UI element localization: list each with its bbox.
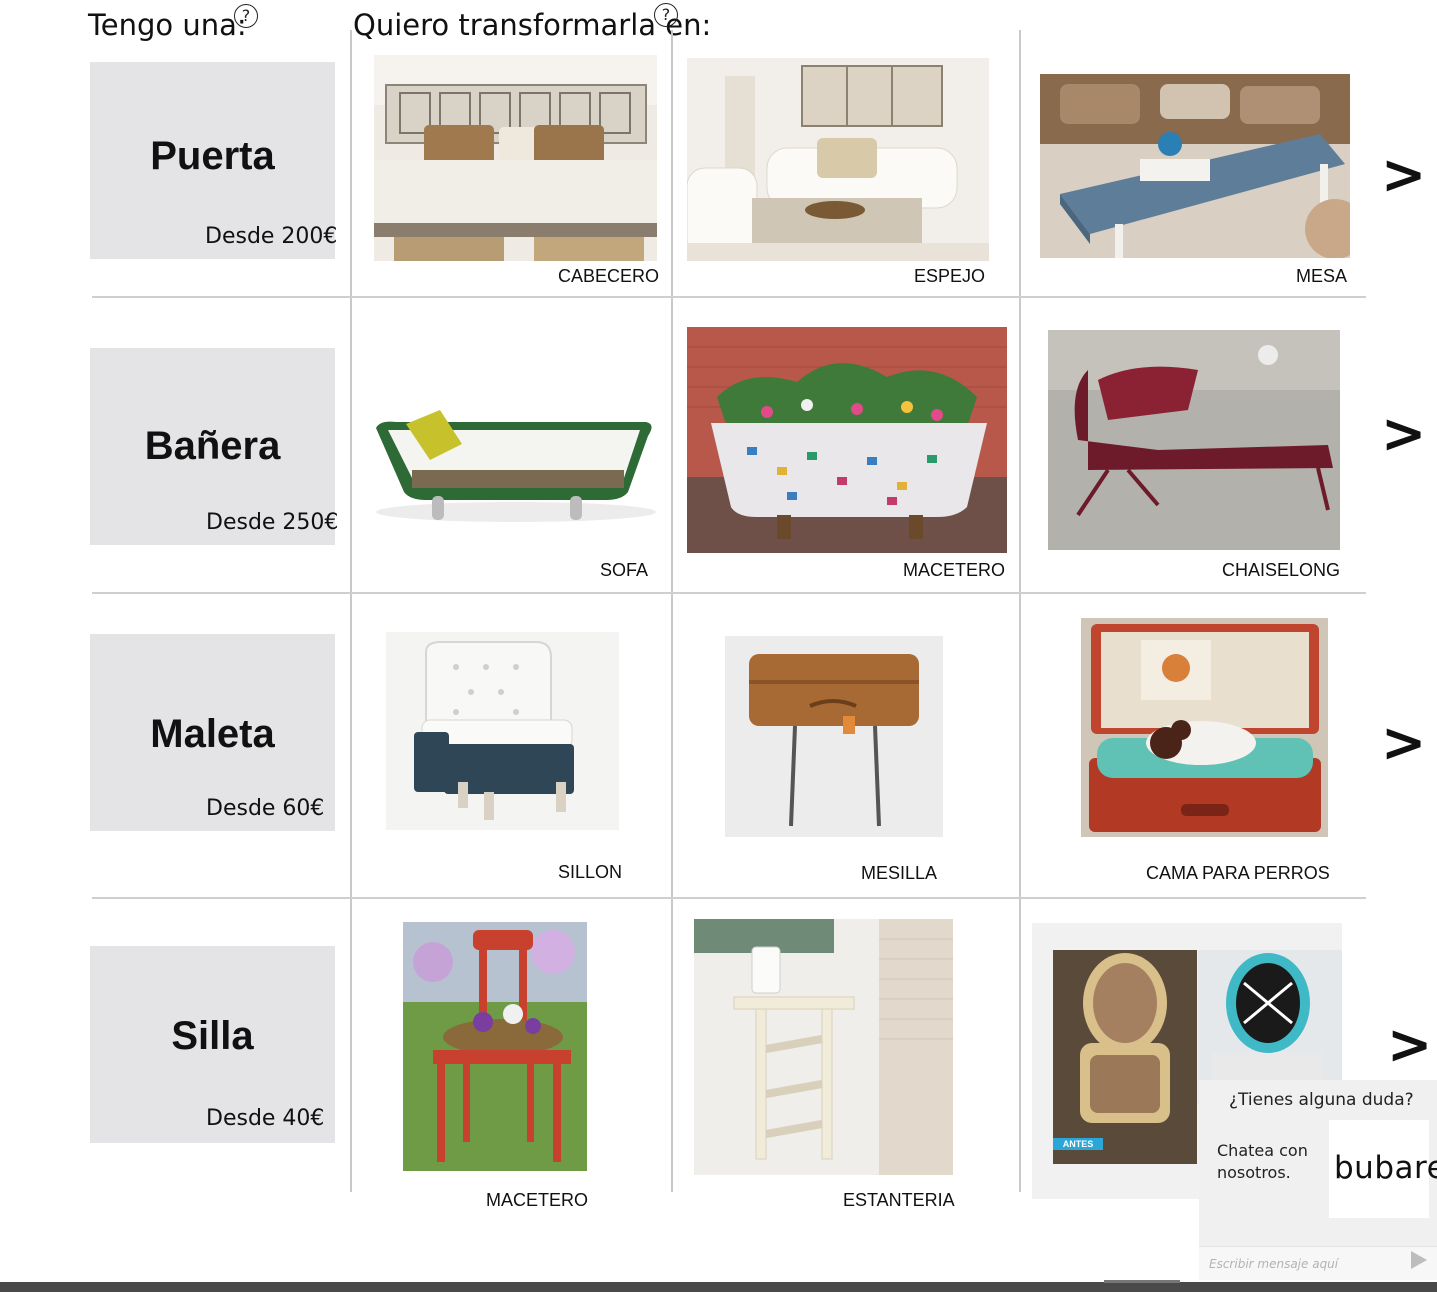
option-label: ESPEJO (914, 266, 986, 286)
headboard-bed-photo[interactable] (374, 55, 657, 261)
suitcase-dog-bed-photo[interactable] (1081, 618, 1328, 837)
option-label: CABECERO (558, 266, 660, 286)
source-price: Desde 250€ (206, 510, 339, 535)
next-arrow-puerta[interactable]: > (1381, 143, 1426, 206)
chat-widget[interactable]: ¿Tienes alguna duda? Chatea con nosotros… (1199, 1080, 1437, 1280)
chaise-longue-photo[interactable] (1048, 330, 1340, 550)
source-price: Desde 60€ (206, 796, 325, 821)
option-label: MESILLA (861, 863, 938, 883)
chair-shelf-photo[interactable] (694, 919, 953, 1175)
option-label: ESTANTERIA (843, 1190, 955, 1210)
source-name: Silla (171, 1014, 254, 1058)
chair-planter-photo[interactable] (403, 922, 587, 1171)
chat-subtitle: Chatea con nosotros. (1217, 1141, 1308, 1182)
send-icon[interactable] (1411, 1251, 1427, 1269)
row-divider (92, 296, 1366, 298)
coffee-table-photo[interactable] (1040, 74, 1350, 258)
option-label: MACETERO (486, 1190, 589, 1210)
have-label: Tengo una: (88, 8, 247, 42)
option-label: CAMA PARA PERROS (1146, 863, 1330, 883)
option-label: CHAISELONG (1222, 560, 1341, 580)
source-card-silla[interactable]: Silla Desde 40€ (90, 946, 335, 1143)
source-card-banera[interactable]: Bañera Desde 250€ (90, 348, 339, 545)
help-icon-want[interactable]: ? (654, 3, 678, 27)
chat-message-input[interactable] (1199, 1246, 1437, 1280)
source-price: Desde 40€ (206, 1106, 325, 1131)
mosaic-bathtub-planter-photo[interactable] (687, 327, 1007, 553)
option-label: MACETERO (903, 560, 1006, 580)
source-card-maleta[interactable]: Maleta Desde 60€ (90, 634, 335, 831)
row-divider (92, 592, 1366, 594)
option-label: MESA (1296, 266, 1348, 286)
mirror-living-room-photo[interactable] (687, 58, 989, 261)
chat-logo: bubare (1334, 1150, 1437, 1186)
next-arrow-silla[interactable]: > (1387, 1013, 1432, 1076)
column-divider (671, 30, 673, 1192)
help-icon-have[interactable]: ? (234, 4, 258, 28)
row-divider (92, 897, 1366, 899)
source-price: Desde 200€ (205, 224, 338, 249)
option-label: SOFA (600, 560, 649, 580)
bathtub-sofa-photo[interactable] (366, 400, 664, 530)
before-badge: ANTES (1053, 1138, 1103, 1150)
source-card-puerta[interactable]: Puerta Desde 200€ (90, 62, 338, 259)
source-name: Puerta (150, 134, 275, 178)
chat-logo-box: bubare (1329, 1120, 1437, 1218)
chat-question: ¿Tienes alguna duda? (1229, 1090, 1414, 1110)
column-divider (1019, 30, 1021, 1192)
suitcase-side-table-photo[interactable] (725, 636, 943, 837)
column-divider (350, 30, 352, 1192)
bottom-bar (0, 1282, 1437, 1292)
suitcase-armchair-photo[interactable] (386, 632, 619, 830)
next-arrow-banera[interactable]: > (1381, 402, 1426, 465)
option-label: SILLON (558, 862, 623, 882)
next-arrow-maleta[interactable]: > (1381, 711, 1426, 774)
source-name: Maleta (150, 712, 275, 756)
bottom-bar-tab (1104, 1280, 1180, 1283)
source-name: Bañera (144, 424, 281, 468)
